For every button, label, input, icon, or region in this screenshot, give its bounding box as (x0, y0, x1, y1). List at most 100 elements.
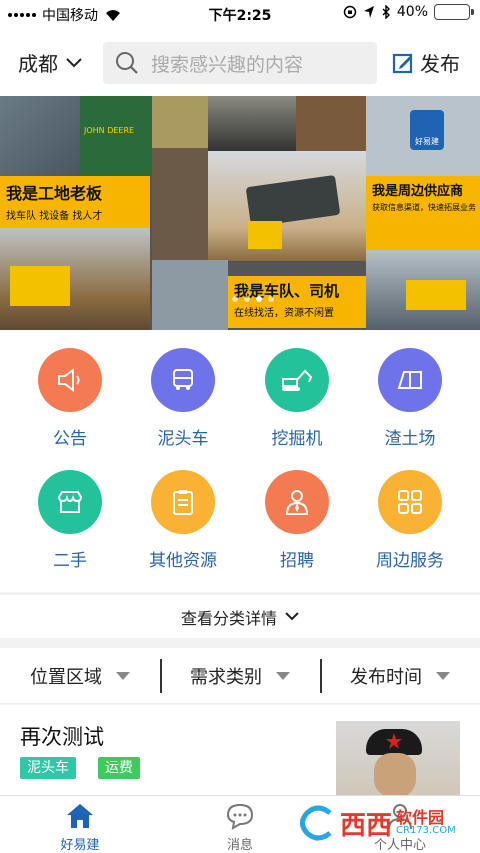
list-item[interactable]: 再次测试 泥头车 运费 (0, 705, 480, 797)
list-item-title: 再次测试 (20, 725, 104, 749)
banner-card-subtitle: 找车队 找设备 找人才 (6, 211, 103, 222)
view-details-label: 查看分类详情 (180, 608, 277, 628)
category-nearby-services[interactable]: 周边服务 (360, 470, 460, 571)
shop-icon (57, 491, 83, 513)
city-selector[interactable]: 成都 (18, 48, 82, 77)
app-page: 中国移动 下午2:25 40% 成都 搜索感兴趣的内容 发布 JOHN DEER… (0, 0, 480, 853)
bluetooth-icon (382, 5, 390, 19)
category-circle (151, 470, 215, 534)
tab-label: 好易建 (60, 838, 100, 853)
pagination-dot[interactable] (244, 296, 250, 302)
pagination-dot[interactable] (232, 296, 238, 302)
city-label: 成都 (18, 52, 58, 76)
banner-photo-truck (152, 260, 228, 330)
category-recruitment[interactable]: 招聘 (247, 470, 347, 571)
excavator-bucket (248, 221, 282, 249)
filter-location[interactable]: 位置区域 (0, 663, 160, 689)
pagination-dot[interactable] (256, 296, 262, 302)
battery-icon (434, 4, 474, 20)
status-right: 40% (343, 4, 474, 20)
banner-card-subtitle: 在线找活，资源不闲置 (234, 308, 334, 319)
site-watermark: 西西 软件园 CR173.COM (300, 800, 470, 846)
banner-photo-dirt (296, 96, 366, 151)
clipboard-icon (173, 490, 193, 515)
tab-label: 消息 (226, 838, 253, 853)
search-input[interactable]: 搜索感兴趣的内容 (103, 42, 377, 84)
excavator-arm (245, 174, 341, 228)
dropdown-triangle-icon (116, 671, 130, 680)
tab-home[interactable]: 好易建 (30, 802, 130, 853)
chat-icon (226, 803, 254, 830)
category-grid: 公告 泥头车 挖掘机 渣土场 二手 其他资源 招聘 周边服务 (0, 330, 480, 592)
category-circle (265, 348, 329, 412)
promo-banner[interactable]: JOHN DEERE 好易建 我是工地老板 找车队 找设备 找人才 我是周边供应… (0, 96, 480, 330)
banner-card-subtitle: 获取信息渠道，快速拓展业务 (372, 203, 476, 212)
watermark-brand: 西西 (340, 810, 393, 841)
home-icon (67, 804, 93, 828)
category-circle (378, 470, 442, 534)
banner-photo-excavators (152, 96, 208, 148)
category-label: 泥头车 (157, 429, 209, 449)
banner-photo-big-excavator (208, 151, 366, 261)
banner-photo-men (208, 96, 296, 151)
category-circle (151, 348, 215, 412)
category-excavator[interactable]: 挖掘机 (247, 348, 347, 449)
category-label: 二手 (53, 551, 87, 571)
banner-photo-rubble (152, 148, 208, 260)
publish-label: 发布 (420, 52, 460, 76)
person-icon (285, 490, 309, 515)
status-bar: 中国移动 下午2:25 40% (0, 0, 480, 28)
top-header: 成都 搜索感兴趣的内容 发布 (0, 28, 480, 96)
excavator-icon (282, 369, 313, 391)
category-other-resources[interactable]: 其他资源 (133, 470, 233, 571)
tag-badge: 运费 (98, 757, 140, 779)
publish-button[interactable]: 发布 (392, 48, 460, 77)
category-circle (378, 348, 442, 412)
view-category-details-button[interactable]: 查看分类详情 (0, 594, 480, 638)
filter-label: 发布时间 (350, 666, 422, 688)
search-icon (116, 52, 138, 74)
category-announcement[interactable]: 公告 (20, 348, 120, 449)
star-icon (386, 733, 402, 749)
pagination-dot[interactable] (268, 296, 274, 302)
edit-icon (392, 53, 413, 73)
search-placeholder: 搜索感兴趣的内容 (151, 53, 304, 76)
banner-photo-yellow-machine (366, 250, 480, 330)
filter-publish-time[interactable]: 发布时间 (320, 658, 480, 693)
brand-text: JOHN DEERE (84, 126, 135, 135)
grid-icon (398, 490, 422, 514)
chevron-down-icon (66, 57, 82, 67)
tag-badge: 泥头车 (20, 757, 76, 779)
category-dump-truck[interactable]: 泥头车 (133, 348, 233, 449)
filter-label: 位置区域 (30, 666, 102, 688)
watermark-suffix: 软件园 (396, 808, 445, 827)
filter-bar: 位置区域 需求类别 发布时间 (0, 648, 480, 704)
banner-photo-loader (0, 226, 150, 330)
truck-icon (173, 369, 193, 390)
category-second-hand[interactable]: 二手 (20, 470, 120, 571)
category-label: 公告 (53, 429, 87, 449)
banner-card-title: 我是工地老板 (6, 184, 103, 203)
land-icon (397, 371, 422, 389)
category-label: 渣土场 (384, 429, 436, 449)
category-label: 招聘 (280, 551, 314, 571)
tab-messages[interactable]: 消息 (190, 802, 290, 853)
watermark-domain: CR173.COM (396, 825, 456, 836)
filter-label: 需求类别 (190, 666, 262, 688)
banner-card-title: 我是周边供应商 (372, 184, 464, 199)
banner-card-driver: 我是车队、司机 在线找活，资源不闲置 (228, 276, 366, 328)
category-circle (265, 470, 329, 534)
banner-pagination[interactable] (232, 296, 274, 302)
watermark-right: 软件园 CR173.COM (396, 810, 456, 836)
megaphone-icon (58, 368, 80, 392)
machine-body (406, 280, 466, 310)
rotation-lock-icon (343, 5, 357, 19)
battery-percent: 40% (396, 4, 428, 20)
filter-demand-type[interactable]: 需求类别 (160, 658, 320, 693)
banner-card-supplier: 我是周边供应商 获取信息渠道，快速拓展业务 (366, 176, 480, 250)
category-dump-site[interactable]: 渣土场 (360, 348, 460, 449)
category-circle (38, 348, 102, 412)
category-label: 其他资源 (149, 551, 217, 571)
banner-photo-deere-sign: JOHN DEERE (80, 96, 152, 176)
dropdown-triangle-icon (276, 671, 290, 680)
